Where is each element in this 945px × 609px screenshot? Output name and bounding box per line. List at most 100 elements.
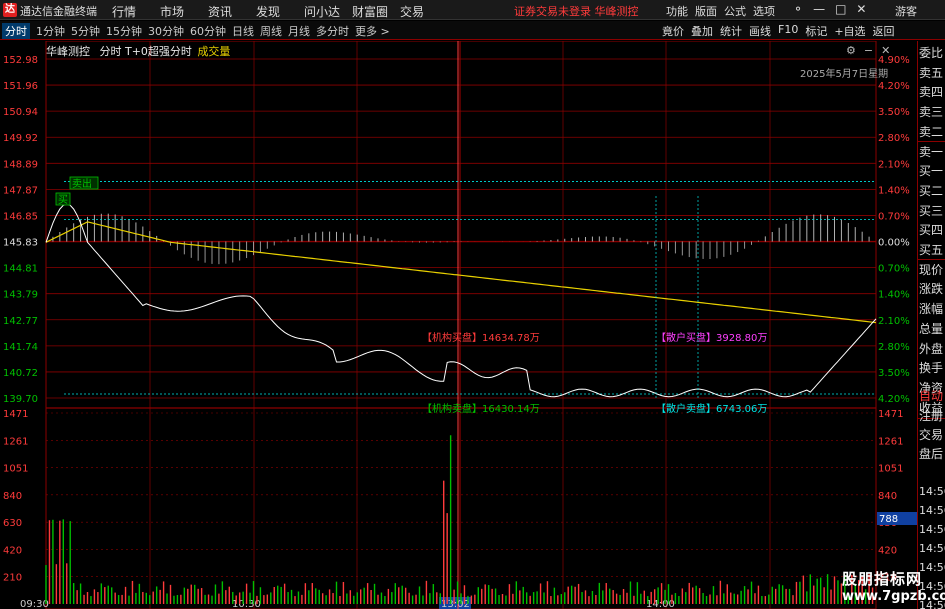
pct-tick-label: 2.80% xyxy=(878,342,910,353)
volume-tick-label-right: 1471 xyxy=(878,409,903,420)
tab-1min[interactable]: 1分钟 xyxy=(36,23,65,39)
pct-tick-label: 3.50% xyxy=(878,107,910,118)
price-tick-label: 141.74 xyxy=(3,342,38,353)
tab-15min[interactable]: 15分钟 xyxy=(106,23,142,39)
price-tick-label: 146.85 xyxy=(3,211,38,222)
quote-item-label: 买一 xyxy=(919,164,944,179)
back-button[interactable]: 返回 xyxy=(873,23,895,39)
bell-icon[interactable]: ⚬ xyxy=(793,2,803,16)
menu-item-news[interactable]: 资讯 xyxy=(208,3,256,20)
tab-intraday[interactable]: 分时 xyxy=(2,23,30,39)
price-tick-label: 148.89 xyxy=(3,159,38,170)
volume-tick-label-right: 1051 xyxy=(878,464,903,475)
quote-item-label: 涨幅 xyxy=(919,302,944,317)
overlay-button[interactable]: 叠加 xyxy=(691,23,713,39)
menu-item-function[interactable]: 功能 xyxy=(666,3,695,19)
tab-5min[interactable]: 5分钟 xyxy=(71,23,100,39)
tab-daily[interactable]: 日线 xyxy=(232,23,254,39)
minimize-icon[interactable]: — xyxy=(813,2,825,16)
mark-button[interactable]: 标记 xyxy=(805,23,827,39)
quote-item-label: 卖四 xyxy=(919,85,944,100)
pct-tick-label: 3.50% xyxy=(878,368,910,379)
price-line xyxy=(45,203,877,398)
tab-monthly[interactable]: 月线 xyxy=(288,23,310,39)
chart-tools: 竟价 叠加 统计 画线 F10 标记 +自选 返回 xyxy=(662,23,902,39)
stock-code: KR xyxy=(920,41,932,43)
menu-item-market[interactable]: 行情 xyxy=(112,3,160,20)
price-tick-label: 147.87 xyxy=(3,185,38,196)
price-tick-label: 144.81 xyxy=(3,264,38,275)
pct-tick-label: 0.00% xyxy=(878,238,910,249)
tick-time: 14:56 xyxy=(919,485,945,498)
quote-item-label: 总量 xyxy=(919,321,944,336)
quote-separator xyxy=(918,140,945,142)
right-menu: 功能 版面 公式 选项 xyxy=(666,3,782,19)
time-axis-label: 09:30 xyxy=(20,599,49,609)
app-title: 通达信金融终端 xyxy=(20,5,97,18)
quote-panel: KR 委比卖五卖四卖三卖二卖一买一买二买三买四买五现价涨跌涨幅总量外盘换手净资收… xyxy=(917,41,945,609)
pct-tick-label: 2.10% xyxy=(878,159,910,170)
inst-buy-label: 【机构买盘】14634.78万 xyxy=(422,331,540,344)
menu-item-trade[interactable]: 交易 xyxy=(400,3,448,20)
auction-button[interactable]: 竟价 xyxy=(662,23,684,39)
intraday-chart[interactable]: 152.98 4.90% 151.96 4.20% 150.94 3.50% 149.92 2… xyxy=(0,41,917,609)
chart-canvas[interactable]: 152.98 4.90%151.96 4.20%150.94 3.50%149.92 2… xyxy=(0,41,917,609)
tick-time: 14:56 xyxy=(919,523,945,536)
retail-sell-label: 【散户卖盘】6743.06万 xyxy=(656,402,767,415)
chart-controls: ⚙ − ✕ xyxy=(846,44,890,57)
auto-button[interactable]: 自动 xyxy=(919,387,943,404)
pct-tick-label: 1.40% xyxy=(878,290,910,301)
quote-item-label: 卖三 xyxy=(919,105,944,120)
menu-item-market-center[interactable]: 市场 xyxy=(160,3,208,20)
quote-lower-label: 盘后 xyxy=(919,447,944,461)
volume-tick-label: 840 xyxy=(3,491,22,502)
guest-account[interactable]: 游客 xyxy=(895,3,917,19)
menu-item-wealth[interactable]: 财富圈 xyxy=(352,3,400,20)
f10-button[interactable]: F10 xyxy=(778,23,798,39)
price-tick-label: 149.92 xyxy=(3,133,38,144)
price-tick-label: 140.72 xyxy=(3,368,38,379)
chart-date: 2025年5月7日星期 xyxy=(800,69,889,80)
stock-name: 华峰测控 xyxy=(46,45,90,58)
tab-weekly[interactable]: 周线 xyxy=(260,23,282,39)
pct-tick-label: 2.10% xyxy=(878,316,910,327)
menu-item-layout[interactable]: 版面 xyxy=(695,3,724,19)
menu-item-discover[interactable]: 发现 xyxy=(256,3,304,20)
close-chart-icon[interactable]: ✕ xyxy=(881,44,890,57)
pct-tick-label: 2.80% xyxy=(878,133,910,144)
tab-30min[interactable]: 30分钟 xyxy=(148,23,184,39)
watermark-url: www.7gpzb.com xyxy=(842,589,945,604)
price-tick-label: 143.79 xyxy=(3,290,38,301)
stats-button[interactable]: 统计 xyxy=(720,23,742,39)
quote-item-label: 买三 xyxy=(919,203,944,218)
quote-item-label: 外盘 xyxy=(919,341,944,356)
volume-tick-label: 420 xyxy=(3,545,22,556)
price-tick-label: 142.77 xyxy=(3,316,38,327)
price-tick-label: 151.96 xyxy=(3,81,38,92)
tab-more[interactable]: 更多 > xyxy=(355,23,390,39)
quote-lower-label: 注册 xyxy=(919,409,944,423)
tab-60min[interactable]: 60分钟 xyxy=(190,23,226,39)
volume-tick-label: 210 xyxy=(3,573,22,584)
restore-icon[interactable]: □ xyxy=(835,2,846,16)
menu-item-ask[interactable]: 问小达 xyxy=(304,3,352,20)
volume-tick-label: 630 xyxy=(3,518,22,529)
tab-multi-intraday[interactable]: 多分时 xyxy=(316,23,349,39)
inst-sell-label: 【机构卖盘】16430.14万 xyxy=(422,402,540,415)
chart-header: 华峰测控 分时 T+0超强分时 成交量 xyxy=(46,43,230,59)
settings-icon[interactable]: ⚙ xyxy=(846,44,856,57)
volume-tick-label: 1051 xyxy=(3,464,28,475)
quote-item-label: 卖二 xyxy=(919,124,944,139)
menu-item-formula[interactable]: 公式 xyxy=(724,3,753,19)
close-icon[interactable]: ✕ xyxy=(856,2,866,16)
menu-item-options[interactable]: 选项 xyxy=(753,3,782,19)
minus-icon[interactable]: − xyxy=(864,44,873,57)
time-axis-label: 14:00 xyxy=(646,599,675,609)
quote-item-label: 委比 xyxy=(919,46,944,60)
quote-item-label: 买五 xyxy=(919,243,944,257)
login-notice[interactable]: 证券交易未登录 华峰测控 xyxy=(514,3,639,19)
sell-marker: 卖出 xyxy=(72,177,92,190)
watermark: 股朋指标网 www.7gpzb.com xyxy=(836,566,945,609)
draw-button[interactable]: 画线 xyxy=(749,23,771,39)
add-watchlist-button[interactable]: +自选 xyxy=(834,23,865,39)
